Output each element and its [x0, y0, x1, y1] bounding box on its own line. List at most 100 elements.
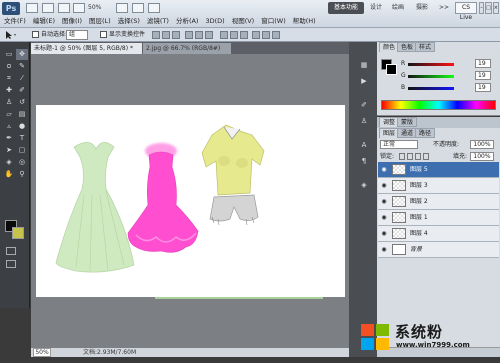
- mini-bridge-icon[interactable]: [42, 3, 54, 13]
- move-tool-icon[interactable]: ✥: [16, 49, 28, 60]
- gradient-tool-icon[interactable]: ▤: [16, 109, 28, 120]
- align-top-icon[interactable]: [152, 31, 160, 39]
- menu-help[interactable]: 帮助(H): [293, 16, 316, 27]
- workspace-more[interactable]: >>: [439, 2, 449, 14]
- visibility-eye-icon[interactable]: ◉: [380, 198, 388, 205]
- distribute-top-icon[interactable]: [220, 31, 228, 39]
- visibility-eye-icon[interactable]: ◉: [380, 182, 388, 189]
- background-color-swatch[interactable]: [12, 227, 24, 239]
- auto-select-dropdown[interactable]: 组: [66, 30, 88, 40]
- visibility-eye-icon[interactable]: ◉: [380, 230, 388, 237]
- visibility-eye-icon[interactable]: ◉: [380, 166, 388, 173]
- visibility-eye-icon[interactable]: ◉: [380, 246, 388, 253]
- status-zoom-field[interactable]: 50%: [33, 348, 51, 357]
- layer-row[interactable]: ◉ 图层 5: [378, 162, 499, 178]
- tab-paths[interactable]: 路径: [415, 128, 436, 138]
- visibility-eye-icon[interactable]: ◉: [380, 214, 388, 221]
- marquee-tool-icon[interactable]: ▭: [3, 49, 15, 60]
- channel-g-value[interactable]: 19: [475, 71, 491, 80]
- screen-mode-icon[interactable]: [148, 3, 160, 13]
- distribute-bottom-icon[interactable]: [240, 31, 248, 39]
- zoom-level-dropdown[interactable]: 50%: [88, 3, 112, 13]
- brush-tool-icon[interactable]: ✐: [16, 85, 28, 96]
- distribute-right-icon[interactable]: [272, 31, 280, 39]
- tab-untitled-1[interactable]: 未标题-1 @ 50% (图层 5, RGB/8) *: [31, 43, 142, 54]
- history-brush-tool-icon[interactable]: ↺: [16, 97, 28, 108]
- 3d-rotate-tool-icon[interactable]: ◈: [3, 157, 15, 168]
- color-panel-background-swatch[interactable]: [386, 64, 397, 75]
- hand-tool-icon[interactable]: [116, 3, 128, 13]
- tab-adjustments[interactable]: 调整: [379, 117, 400, 127]
- menu-window[interactable]: 窗口(W): [261, 16, 286, 27]
- lock-pixels-icon[interactable]: [407, 153, 413, 160]
- tab-masks[interactable]: 蒙版: [397, 117, 418, 127]
- workspace-painting[interactable]: 绘画: [392, 2, 404, 14]
- eyedropper-tool-icon[interactable]: ⁄: [16, 73, 28, 84]
- lock-transparent-icon[interactable]: [399, 153, 405, 160]
- distribute-left-icon[interactable]: [252, 31, 260, 39]
- 3d-orbit-tool-icon[interactable]: ◎: [16, 157, 28, 168]
- brush-panel-icon[interactable]: ✐: [358, 100, 370, 111]
- zoom-level-icon[interactable]: [73, 3, 85, 13]
- extras-icon[interactable]: [58, 3, 70, 13]
- dodge-tool-icon[interactable]: ●: [16, 121, 28, 132]
- layer-row[interactable]: ◉ 图层 1: [378, 210, 499, 226]
- tab-2-jpg[interactable]: 2.jpg @ 66.7% (RGB/8#): [143, 43, 231, 54]
- menu-analysis[interactable]: 分析(A): [176, 16, 199, 27]
- workspace-essentials-button[interactable]: 基本功能: [328, 2, 364, 14]
- menu-edit[interactable]: 编辑(E): [33, 16, 55, 27]
- bridge-icon[interactable]: [26, 3, 38, 13]
- clone-source-panel-icon[interactable]: ♙: [358, 116, 370, 127]
- channel-b-slider[interactable]: [408, 87, 454, 90]
- channel-r-value[interactable]: 19: [475, 59, 491, 68]
- align-vcenter-icon[interactable]: [162, 31, 170, 39]
- healing-brush-tool-icon[interactable]: ✚: [3, 85, 15, 96]
- blend-mode-dropdown[interactable]: 正常: [380, 140, 418, 149]
- color-spectrum-bar[interactable]: [381, 100, 496, 110]
- document-size-info[interactable]: 文档:2.93M/7.60M: [83, 348, 136, 357]
- clone-stamp-tool-icon[interactable]: ♙: [3, 97, 15, 108]
- pen-tool-icon[interactable]: ✒: [3, 133, 15, 144]
- cs-live-button[interactable]: CS Live: [455, 2, 477, 21]
- layer-row[interactable]: ◉ 背景: [378, 242, 499, 258]
- screen-mode-icon[interactable]: [6, 260, 16, 268]
- document-canvas[interactable]: [36, 105, 345, 297]
- fill-field[interactable]: 100%: [470, 152, 494, 161]
- zoom-tool-icon[interactable]: ⚲: [16, 169, 28, 180]
- quick-mask-icon[interactable]: [6, 247, 16, 255]
- menu-select[interactable]: 选择(S): [118, 16, 140, 27]
- maximize-icon[interactable]: □: [485, 2, 492, 14]
- opacity-field[interactable]: 100%: [470, 140, 494, 149]
- blur-tool-icon[interactable]: ▵: [3, 121, 15, 132]
- lock-all-icon[interactable]: [423, 153, 429, 160]
- arrange-documents-icon[interactable]: [132, 3, 144, 13]
- channel-b-value[interactable]: 19: [475, 83, 491, 92]
- show-transform-checkbox[interactable]: [100, 31, 107, 38]
- align-hcenter-icon[interactable]: [195, 31, 203, 39]
- menu-3d[interactable]: 3D(D): [205, 16, 224, 27]
- align-left-icon[interactable]: [185, 31, 193, 39]
- menu-layer[interactable]: 图层(L): [89, 16, 111, 27]
- paragraph-panel-icon[interactable]: ¶: [358, 156, 370, 167]
- lasso-tool-icon[interactable]: ᴑ: [3, 61, 15, 72]
- hand-tool-icon[interactable]: ✋: [3, 169, 15, 180]
- distribute-vcenter-icon[interactable]: [230, 31, 238, 39]
- history-panel-icon[interactable]: ▦: [358, 60, 370, 71]
- channel-r-slider[interactable]: [408, 63, 454, 66]
- workspace-design[interactable]: 设计: [370, 2, 382, 14]
- workspace-photography[interactable]: 摄影: [416, 2, 428, 14]
- close-icon[interactable]: ×: [492, 2, 499, 14]
- menu-filter[interactable]: 滤镜(T): [147, 16, 169, 27]
- eraser-tool-icon[interactable]: ▱: [3, 109, 15, 120]
- character-panel-icon[interactable]: A: [358, 140, 370, 151]
- align-right-icon[interactable]: [205, 31, 213, 39]
- tab-color[interactable]: 颜色: [379, 42, 400, 52]
- tab-layers[interactable]: 图层: [379, 128, 400, 138]
- menu-file[interactable]: 文件(F): [4, 16, 26, 27]
- quick-select-tool-icon[interactable]: ✎: [16, 61, 28, 72]
- menu-view[interactable]: 视图(V): [232, 16, 255, 27]
- channel-g-slider[interactable]: [408, 75, 454, 78]
- tab-channels[interactable]: 通道: [397, 128, 418, 138]
- distribute-hcenter-icon[interactable]: [262, 31, 270, 39]
- tab-swatches[interactable]: 色板: [397, 42, 418, 52]
